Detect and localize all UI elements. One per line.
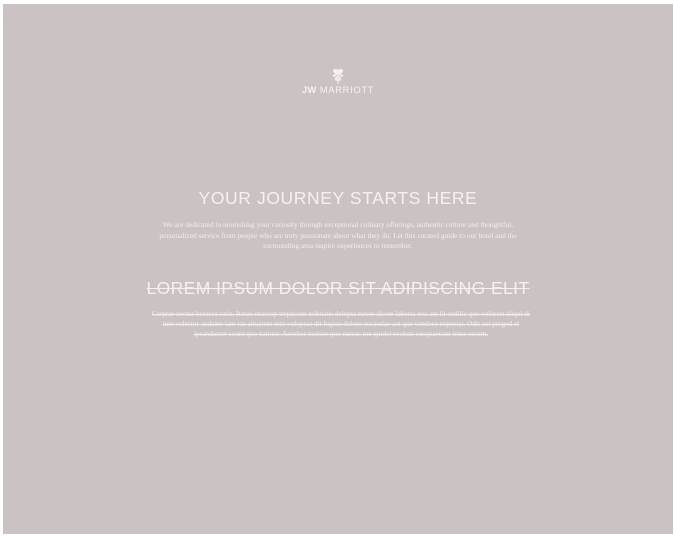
cover-page: JW MARRIOTT YOUR JOURNEY STARTS HERE We …	[3, 4, 673, 534]
flower-icon	[332, 68, 344, 84]
brand-wordmark: JW MARRIOTT	[3, 85, 673, 96]
brand-jw: JW	[301, 85, 317, 96]
placeholder-heading: LOREM IPSUM DOLOR SIT ADIPISCING ELIT	[146, 278, 530, 298]
page-title: YOUR JOURNEY STARTS HERE	[198, 188, 478, 208]
intro-paragraph: We are dedicated to nourishing your curi…	[159, 220, 517, 251]
brand-logo[interactable]: JW MARRIOTT	[3, 68, 673, 96]
placeholder-paragraph: Carptae nectur heracea ratia. Itatati en…	[152, 310, 530, 339]
brand-name: MARRIOTT	[319, 85, 375, 96]
